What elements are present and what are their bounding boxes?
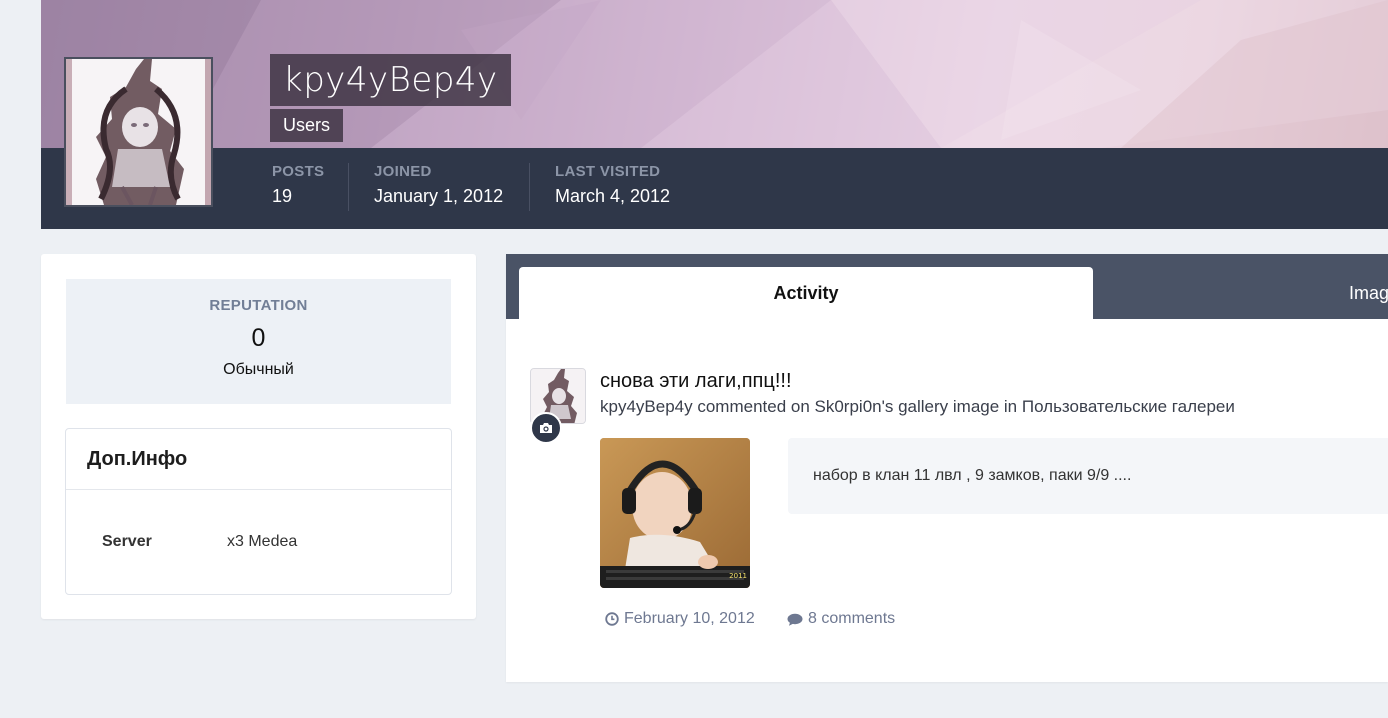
username: kpy4yBep4y — [283, 60, 498, 100]
info-value: x3 Medea — [227, 533, 298, 550]
user-group: Users — [283, 115, 331, 135]
username-box: kpy4yBep4y — [270, 54, 511, 106]
stat-label: LAST VISITED — [555, 163, 661, 180]
profile-content: Activity Imag снова эти лаги,ппц!!! kpy4… — [506, 254, 1388, 682]
camera-icon — [540, 423, 552, 433]
thumbnail-illustration — [600, 438, 750, 588]
stat-value: March 4, 2012 — [555, 186, 671, 206]
stat-label: JOINED — [374, 163, 432, 180]
stat-posts: POSTS 19 — [272, 163, 324, 213]
thumbnail-caption: 2011 — [729, 572, 747, 580]
info-key: Server — [102, 533, 152, 550]
comment-icon — [787, 613, 803, 626]
cover-photo — [41, 0, 1388, 148]
tab-images[interactable]: Imag — [1349, 267, 1388, 319]
stat-value: January 1, 2012 — [374, 186, 504, 206]
reputation-box: REPUTATION 0 Обычный — [66, 279, 451, 404]
cover-pattern — [41, 0, 1388, 148]
profile-tabs: Activity Imag — [506, 254, 1388, 319]
stat-label: POSTS — [272, 163, 325, 180]
profile-sidebar: REPUTATION 0 Обычный Доп.Инфо Server x3 … — [41, 254, 476, 619]
stat-value: 19 — [272, 186, 293, 206]
stat-divider — [529, 163, 530, 211]
profile-avatar[interactable] — [64, 57, 213, 207]
avatar-illustration — [66, 59, 211, 205]
tab-activity[interactable]: Activity — [519, 267, 1093, 319]
stat-last-visited: LAST VISITED March 4, 2012 — [555, 163, 670, 213]
profile-stats-bar — [41, 148, 1388, 229]
feed-item-meta[interactable]: kpy4yBep4y commented on Sk0rpi0n's galle… — [600, 397, 1235, 417]
stat-divider — [348, 163, 349, 211]
extra-info-title: Доп.Инфо — [66, 429, 451, 490]
feed-comments-text: 8 comments — [808, 610, 896, 627]
reputation-title: REPUTATION — [209, 297, 308, 314]
comment-snippet: набор в клан 11 лвл , 9 замков, паки 9/9… — [788, 438, 1388, 514]
profile-cover: POSTS 19 JOINED January 1, 2012 LAST VIS… — [41, 0, 1388, 229]
reputation-rank: Обычный — [223, 361, 294, 378]
feed-item-title[interactable]: снова эти лаги,ппц!!! — [600, 370, 792, 393]
reputation-value: 0 — [251, 324, 266, 352]
clock-icon — [605, 612, 619, 626]
camera-badge — [530, 412, 562, 444]
gallery-image-thumbnail[interactable]: 2011 — [600, 438, 750, 588]
stat-joined: JOINED January 1, 2012 — [374, 163, 503, 213]
feed-date[interactable]: February 10, 2012 — [605, 610, 755, 628]
extra-info-box: Доп.Инфо Server x3 Medea — [65, 428, 452, 595]
feed-comments-link[interactable]: 8 comments — [787, 610, 895, 628]
feed-date-text: February 10, 2012 — [624, 610, 755, 627]
group-box: Users — [270, 109, 344, 142]
